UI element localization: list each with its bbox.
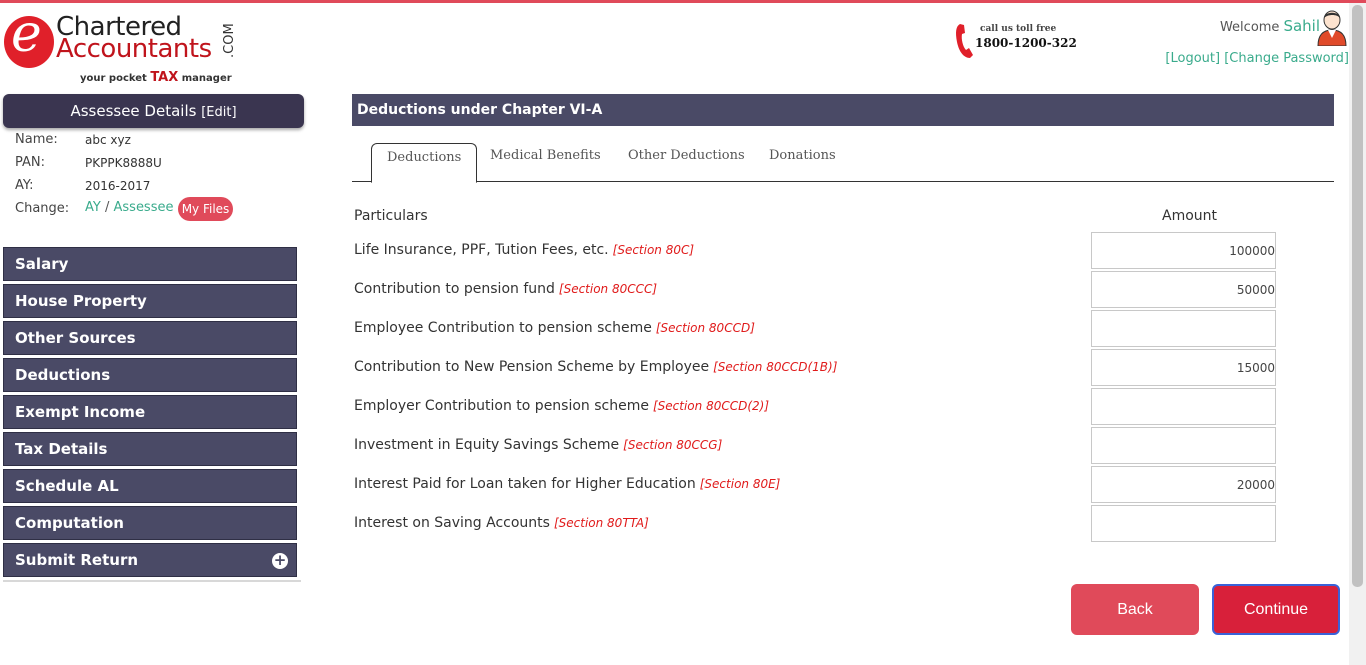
change-assessee-link[interactable]: Assessee	[114, 200, 174, 215]
section-reference: [Section 80E]	[699, 477, 781, 491]
deduction-row-label: Contribution to New Pension Scheme by Em…	[354, 359, 838, 375]
amount-input-80tta[interactable]	[1091, 505, 1276, 542]
logout-link[interactable]: [Logout]	[1165, 51, 1220, 66]
toll-free-contact: call us toll free 1800-1200-322	[954, 22, 1094, 62]
deduction-row-label: Employee Contribution to pension scheme[…	[354, 320, 755, 336]
plus-circle-icon[interactable]: +	[272, 553, 288, 569]
change-links: AY / Assessee	[85, 200, 173, 215]
amount-input-80ccd[interactable]	[1091, 310, 1276, 347]
logo-e-badge: e	[4, 8, 54, 68]
section-reference: [Section 80C]	[612, 243, 695, 257]
amount-input-80ccc[interactable]	[1091, 271, 1276, 308]
user-avatar-icon	[1317, 10, 1347, 46]
pan-label: PAN:	[15, 155, 46, 170]
continue-button[interactable]: Continue	[1212, 584, 1340, 635]
tab-other-deductions[interactable]: Other Deductions	[628, 143, 745, 182]
sidebar-divider	[3, 580, 301, 582]
change-separator: /	[104, 200, 110, 215]
assessee-details-title: Assessee Details	[70, 102, 197, 120]
assessee-details-header: Assessee Details [Edit]	[3, 94, 304, 128]
change-ay-link[interactable]: AY	[85, 200, 101, 215]
account-links: [Logout] [Change Password]	[1165, 51, 1349, 66]
name-value: abc xyz	[85, 133, 131, 147]
toll-free-number: 1800-1200-322	[975, 36, 1077, 50]
particulars-header: Particulars	[354, 208, 428, 224]
sidebar-item-deductions[interactable]: Deductions	[3, 358, 297, 392]
amount-input-80ccg[interactable]	[1091, 427, 1276, 464]
section-reference: [Section 80CCC]	[558, 282, 658, 296]
sidebar-item-submit-return[interactable]: Submit Return +	[3, 543, 297, 577]
my-files-button[interactable]: My Files	[178, 197, 233, 221]
logo-word-accountants: Accountants	[56, 34, 212, 64]
deduction-row-label: Investment in Equity Savings Scheme [Sect…	[354, 437, 723, 453]
logo-tagline: your pocket TAX manager	[80, 70, 232, 85]
toll-free-label: call us toll free	[980, 24, 1057, 34]
edit-assessee-link[interactable]: [Edit]	[201, 105, 236, 120]
sidebar-item-other-sources[interactable]: Other Sources	[3, 321, 297, 355]
sidebar-item-house-property[interactable]: House Property	[3, 284, 297, 318]
ay-label: AY:	[15, 178, 34, 193]
deduction-row-label: Contribution to pension fund [Section 80C…	[354, 281, 658, 297]
deduction-row-label: Interest on Saving Accounts [Section 80TT…	[354, 515, 649, 531]
sidebar-item-exempt-income[interactable]: Exempt Income	[3, 395, 297, 429]
amount-input-80ccd-1b[interactable]	[1091, 349, 1276, 386]
back-button[interactable]: Back	[1071, 584, 1199, 635]
sidebar-item-salary[interactable]: Salary	[3, 247, 297, 281]
sidebar-item-computation[interactable]: Computation	[3, 506, 297, 540]
tab-bar: Deductions Medical Benefits Other Deduct…	[352, 143, 1334, 183]
section-title-bar: Deductions under Chapter VI-A	[352, 94, 1334, 126]
sidebar-item-schedule-al[interactable]: Schedule AL	[3, 469, 297, 503]
scrollbar-thumb[interactable]	[1352, 5, 1363, 587]
sidebar-item-tax-details[interactable]: Tax Details	[3, 432, 297, 466]
tab-donations[interactable]: Donations	[769, 143, 836, 182]
change-label: Change:	[15, 201, 70, 216]
tab-deductions[interactable]: Deductions	[371, 143, 478, 183]
deduction-row-label: Interest Paid for Loan taken for Higher …	[354, 476, 781, 492]
section-reference: [Section 80CCD(1B)]	[713, 360, 838, 374]
change-password-link[interactable]: [Change Password]	[1224, 51, 1349, 66]
ay-value: 2016-2017	[85, 179, 151, 193]
section-reference: [Section 80TTA]	[553, 516, 649, 530]
amount-input-80c[interactable]	[1091, 232, 1276, 269]
site-logo[interactable]: e Chartered Accountants .COM your pocket…	[4, 8, 244, 86]
section-title: Deductions under Chapter VI-A	[357, 102, 603, 118]
deduction-row-label: Employer Contribution to pension scheme[…	[354, 398, 770, 414]
amount-input-80e[interactable]	[1091, 466, 1276, 503]
vertical-scrollbar[interactable]	[1349, 3, 1366, 665]
top-accent-line	[0, 0, 1366, 3]
tab-medical-benefits[interactable]: Medical Benefits	[490, 143, 601, 182]
amount-input-80ccd-2[interactable]	[1091, 388, 1276, 425]
deduction-row-label: Life Insurance, PPF, Tution Fees, etc. [S…	[354, 242, 695, 258]
section-reference: [Section 80CCD(2)]	[652, 399, 770, 413]
amount-header: Amount	[1162, 208, 1218, 224]
name-label: Name:	[15, 132, 58, 147]
section-reference: [Section 80CCD]	[655, 321, 755, 335]
sidebar-nav: Salary House Property Other Sources Dedu…	[3, 247, 297, 580]
pan-value: PKPPK8888U	[85, 156, 162, 170]
welcome-text: Welcome Sahil	[1219, 17, 1320, 35]
logo-com: .COM	[222, 23, 237, 58]
section-reference: [Section 80CCG]	[623, 438, 723, 452]
